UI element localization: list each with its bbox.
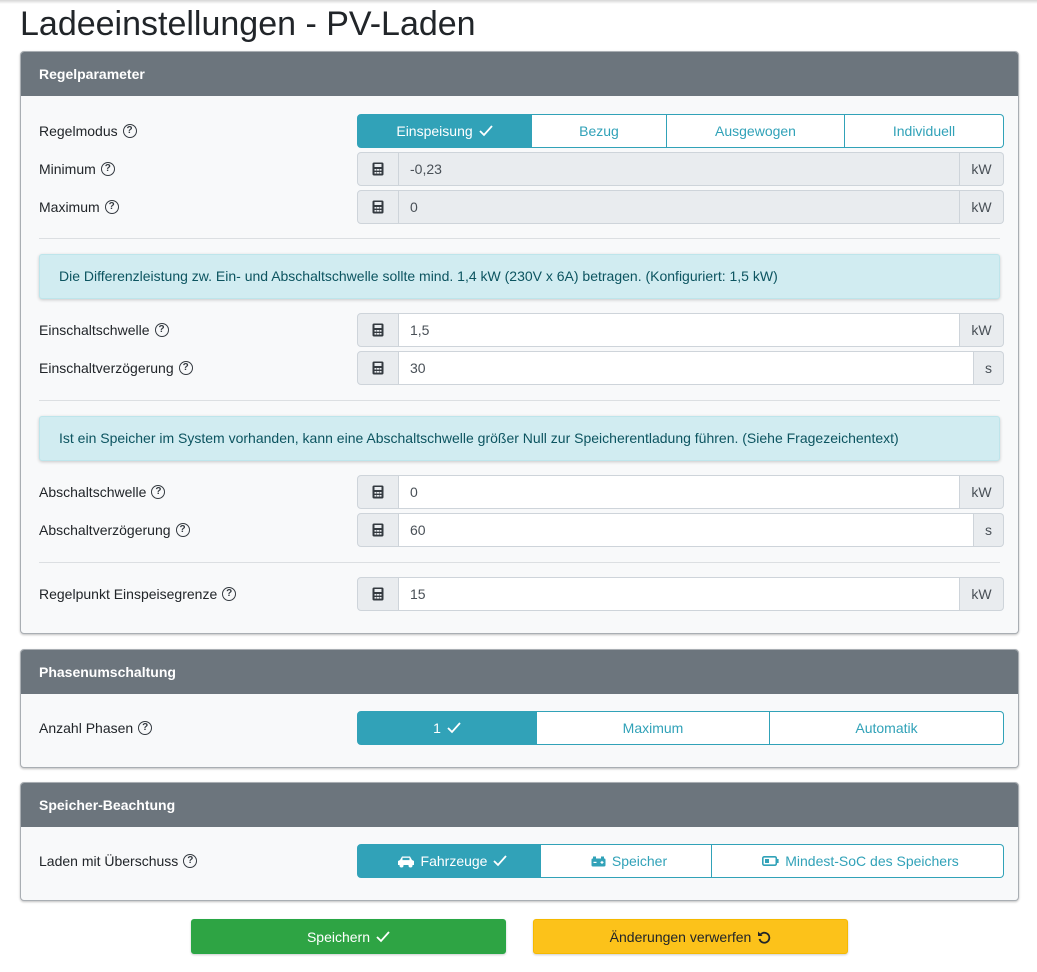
label-laden-ueberschuss: Laden mit Überschuss xyxy=(39,853,179,869)
row-maximum: Maximum? 0 kW xyxy=(21,190,1018,224)
divider xyxy=(39,400,1000,401)
einschaltschwelle-input[interactable]: 1,5 xyxy=(399,313,960,347)
info-alert-differenz: Die Differenzleistung zw. Ein- und Absch… xyxy=(39,254,1000,299)
maximum-input: 0 xyxy=(399,190,960,224)
einschaltverzoegerung-input-group: 30 s xyxy=(357,351,1004,385)
calculator-icon xyxy=(357,351,399,385)
check-icon xyxy=(376,930,390,942)
regelmodus-option-individuell[interactable]: Individuell xyxy=(845,114,1004,148)
card-header-speicher: Speicher-Beachtung xyxy=(21,783,1018,827)
phasen-option-automatik[interactable]: Automatik xyxy=(770,711,1004,745)
page-title: Ladeeinstellungen - PV-Laden xyxy=(20,5,476,43)
row-laden-ueberschuss: Laden mit Überschuss? Fahrzeuge Speicher… xyxy=(21,844,1018,878)
help-icon[interactable]: ? xyxy=(151,485,166,499)
regelmodus-button-group: Einspeisung Bezug Ausgewogen Individuell xyxy=(357,114,1004,148)
help-icon[interactable]: ? xyxy=(100,162,115,176)
check-icon xyxy=(493,855,508,867)
battery-icon xyxy=(756,856,779,866)
calculator-icon xyxy=(357,475,399,509)
divider xyxy=(39,238,1000,239)
calculator-icon xyxy=(357,513,399,547)
row-einschaltschwelle: Einschaltschwelle? 1,5 kW xyxy=(21,313,1018,347)
einschaltverzoegerung-input[interactable]: 30 xyxy=(399,351,974,385)
label-einschaltschwelle: Einschaltschwelle xyxy=(39,322,150,338)
abschaltverzoegerung-input-group: 60 s xyxy=(357,513,1004,547)
abschaltverzoegerung-input[interactable]: 60 xyxy=(399,513,974,547)
regelmodus-option-bezug[interactable]: Bezug xyxy=(532,114,667,148)
help-icon[interactable]: ? xyxy=(175,523,190,537)
speicher-option-mindest-soc[interactable]: Mindest-SoC des Speichers xyxy=(712,844,1004,878)
car-icon xyxy=(391,855,415,868)
save-button[interactable]: Speichern xyxy=(191,919,506,954)
abschaltschwelle-input-group: 0 kW xyxy=(357,475,1004,509)
regelmodus-option-ausgewogen[interactable]: Ausgewogen xyxy=(667,114,845,148)
help-icon[interactable]: ? xyxy=(178,361,193,375)
row-abschaltschwelle: Abschaltschwelle? 0 kW xyxy=(21,475,1018,509)
regelpunkt-input-group: 15 kW xyxy=(357,577,1004,611)
label-regelmodus: Regelmodus xyxy=(39,123,118,139)
unit-label: s xyxy=(974,351,1004,385)
help-icon[interactable]: ? xyxy=(122,124,137,138)
help-icon[interactable]: ? xyxy=(222,587,237,601)
unit-label: kW xyxy=(960,313,1004,347)
help-icon[interactable]: ? xyxy=(154,323,169,337)
card-header-phasen: Phasenumschaltung xyxy=(21,650,1018,694)
row-anzahl-phasen: Anzahl Phasen? 1 Maximum Automatik xyxy=(21,711,1018,745)
undo-icon xyxy=(758,931,771,944)
card-regelparameter: Regelparameter Regelmodus? Einspeisung B… xyxy=(20,51,1019,634)
label-minimum: Minimum xyxy=(39,161,96,177)
help-icon[interactable]: ? xyxy=(138,721,153,735)
label-anzahl-phasen: Anzahl Phasen xyxy=(39,720,134,736)
maximum-input-group: 0 kW xyxy=(357,190,1004,224)
row-abschaltverzoegerung: Abschaltverzögerung? 60 s xyxy=(21,513,1018,547)
calculator-icon xyxy=(357,190,399,224)
label-maximum: Maximum xyxy=(39,199,100,215)
phasen-option-1[interactable]: 1 xyxy=(357,711,537,745)
label-abschaltschwelle: Abschaltschwelle xyxy=(39,484,147,500)
speicher-option-fahrzeuge[interactable]: Fahrzeuge xyxy=(357,844,541,878)
minimum-input-group: -0,23 kW xyxy=(357,152,1004,186)
speicher-option-speicher[interactable]: Speicher xyxy=(541,844,712,878)
phasen-button-group: 1 Maximum Automatik xyxy=(357,711,1004,745)
unit-label: kW xyxy=(960,475,1004,509)
card-header-regelparameter: Regelparameter xyxy=(21,52,1018,96)
card-phasenumschaltung: Phasenumschaltung Anzahl Phasen? 1 Maxim… xyxy=(20,649,1019,768)
row-minimum: Minimum? -0,23 kW xyxy=(21,152,1018,186)
speicher-button-group: Fahrzeuge Speicher Mindest-SoC des Speic… xyxy=(357,844,1004,878)
label-einschaltverzoegerung: Einschaltverzögerung xyxy=(39,360,174,376)
label-regelpunkt: Regelpunkt Einspeisegrenze xyxy=(39,586,218,602)
minimum-input: -0,23 xyxy=(399,152,960,186)
calculator-icon xyxy=(357,152,399,186)
regelmodus-option-einspeisung[interactable]: Einspeisung xyxy=(357,114,532,148)
check-icon xyxy=(447,722,461,734)
label-abschaltverzoegerung: Abschaltverzögerung xyxy=(39,522,171,538)
regelpunkt-input[interactable]: 15 xyxy=(399,577,960,611)
phasen-option-maximum[interactable]: Maximum xyxy=(537,711,770,745)
unit-label: kW xyxy=(960,152,1004,186)
row-regelpunkt: Regelpunkt Einspeisegrenze? 15 kW xyxy=(21,577,1018,611)
abschaltschwelle-input[interactable]: 0 xyxy=(399,475,960,509)
info-alert-speicher: Ist ein Speicher im System vorhanden, ka… xyxy=(39,416,1000,461)
card-speicher-beachtung: Speicher-Beachtung Laden mit Überschuss?… xyxy=(20,782,1019,901)
einschaltschwelle-input-group: 1,5 kW xyxy=(357,313,1004,347)
unit-label: s xyxy=(974,513,1004,547)
unit-label: kW xyxy=(960,190,1004,224)
unit-label: kW xyxy=(960,577,1004,611)
calculator-icon xyxy=(357,313,399,347)
battery-car-icon xyxy=(585,856,606,867)
divider xyxy=(39,562,1000,563)
discard-button[interactable]: Änderungen verwerfen xyxy=(533,919,848,954)
calculator-icon xyxy=(357,577,399,611)
help-icon[interactable]: ? xyxy=(183,854,198,868)
row-einschaltverzoegerung: Einschaltverzögerung? 30 s xyxy=(21,351,1018,385)
help-icon[interactable]: ? xyxy=(104,200,119,214)
row-regelmodus: Regelmodus? Einspeisung Bezug Ausgewogen… xyxy=(21,114,1018,148)
check-icon xyxy=(479,125,493,137)
